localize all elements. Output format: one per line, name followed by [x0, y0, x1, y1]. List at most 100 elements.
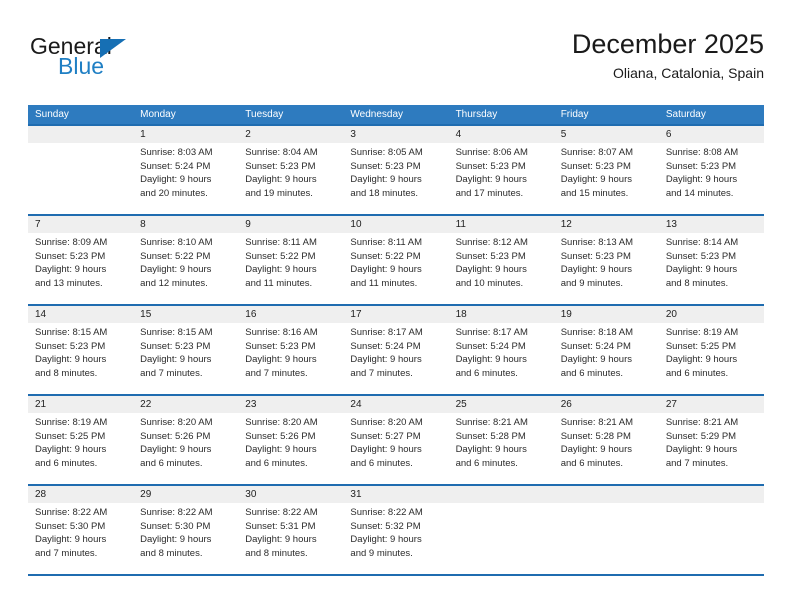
day-number[interactable]: 30 — [238, 486, 343, 503]
day-cell[interactable]: Sunrise: 8:22 AM Sunset: 5:30 PM Daylight:… — [133, 503, 238, 574]
daylight-text-cont: and 8 minutes. — [35, 367, 98, 379]
daylight-text-cont: and 18 minutes. — [350, 187, 419, 199]
day-number[interactable]: 2 — [238, 126, 343, 143]
day-number[interactable]: 8 — [133, 216, 238, 233]
sunset-text: Sunset: 5:22 PM — [245, 250, 316, 262]
sunrise-text: Sunrise: 8:22 AM — [350, 507, 423, 518]
day-cell[interactable]: Sunrise: 8:22 AM Sunset: 5:31 PM Daylight:… — [238, 503, 343, 574]
day-number-empty — [449, 486, 554, 503]
general-blue-logo[interactable]: General Blue — [28, 34, 258, 94]
day-cell[interactable]: Sunrise: 8:16 AM Sunset: 5:23 PM Daylight:… — [238, 323, 343, 394]
calendar-week-row: 1 2 3 4 5 6 Sunrise: 8:03 AM Sunset: 5:24 PM Day… — [28, 124, 764, 214]
sunset-text: Sunset: 5:23 PM — [35, 250, 106, 262]
sunset-text: Sunset: 5:28 PM — [455, 430, 526, 442]
daylight-text: Daylight: 9 hours — [140, 174, 212, 185]
day-cell[interactable]: Sunrise: 8:22 AM Sunset: 5:30 PM Daylight:… — [28, 503, 133, 574]
day-number[interactable]: 28 — [28, 486, 133, 503]
sunrise-text: Sunrise: 8:11 AM — [245, 237, 317, 248]
weekday-header-tuesday: Tuesday — [245, 109, 284, 120]
day-number[interactable]: 5 — [554, 126, 659, 143]
sunset-text: Sunset: 5:32 PM — [350, 520, 421, 532]
day-number[interactable]: 9 — [238, 216, 343, 233]
day-cell[interactable]: Sunrise: 8:03 AM Sunset: 5:24 PM Daylight:… — [133, 143, 238, 214]
day-cell[interactable]: Sunrise: 8:07 AM Sunset: 5:23 PM Daylight:… — [554, 143, 659, 214]
day-cell[interactable]: Sunrise: 8:21 AM Sunset: 5:28 PM Daylight:… — [554, 413, 659, 484]
sunset-text: Sunset: 5:23 PM — [665, 250, 737, 262]
day-number[interactable]: 12 — [554, 216, 659, 233]
day-cell[interactable]: Sunrise: 8:20 AM Sunset: 5:26 PM Daylight:… — [238, 413, 343, 484]
day-cell[interactable]: Sunrise: 8:15 AM Sunset: 5:23 PM Daylight:… — [28, 323, 133, 394]
weekday-header-sunday: Sunday — [35, 109, 69, 120]
day-number[interactable]: 31 — [343, 486, 448, 503]
sunset-text: Sunset: 5:24 PM — [560, 340, 631, 352]
day-number[interactable]: 29 — [133, 486, 238, 503]
day-number[interactable]: 15 — [133, 306, 238, 323]
sunset-text: Sunset: 5:23 PM — [350, 160, 421, 172]
day-cell[interactable]: Sunrise: 8:20 AM Sunset: 5:27 PM Daylight:… — [343, 413, 448, 484]
sunrise-text: Sunrise: 8:04 AM — [245, 147, 318, 158]
daylight-text: Daylight: 9 hours — [665, 174, 738, 185]
daylight-text: Daylight: 9 hours — [455, 354, 527, 365]
day-cell[interactable]: Sunrise: 8:21 AM Sunset: 5:29 PM Daylight:… — [659, 413, 764, 484]
sunset-text: Sunset: 5:22 PM — [140, 250, 211, 262]
day-cell[interactable]: Sunrise: 8:04 AM Sunset: 5:23 PM Daylight:… — [238, 143, 343, 214]
daylight-text: Daylight: 9 hours — [455, 444, 527, 455]
daylight-text-cont: and 17 minutes. — [455, 187, 524, 199]
day-cell[interactable]: Sunrise: 8:19 AM Sunset: 5:25 PM Daylight:… — [28, 413, 133, 484]
sunset-text: Sunset: 5:25 PM — [665, 340, 737, 352]
day-cell[interactable]: Sunrise: 8:17 AM Sunset: 5:24 PM Daylight:… — [449, 323, 554, 394]
day-cell[interactable]: Sunrise: 8:09 AM Sunset: 5:23 PM Daylight:… — [28, 233, 133, 304]
day-number[interactable]: 21 — [28, 396, 133, 413]
sunset-text: Sunset: 5:23 PM — [245, 160, 316, 172]
day-number[interactable]: 25 — [449, 396, 554, 413]
day-cell[interactable]: Sunrise: 8:13 AM Sunset: 5:23 PM Daylight:… — [554, 233, 659, 304]
daylight-text-cont: and 7 minutes. — [140, 367, 203, 379]
day-cell[interactable]: Sunrise: 8:22 AM Sunset: 5:32 PM Daylight:… — [343, 503, 448, 574]
day-cell[interactable]: Sunrise: 8:08 AM Sunset: 5:23 PM Daylight:… — [659, 143, 764, 214]
day-cell[interactable]: Sunrise: 8:19 AM Sunset: 5:25 PM Daylight:… — [659, 323, 764, 394]
day-number[interactable]: 17 — [343, 306, 448, 323]
daylight-text: Daylight: 9 hours — [140, 354, 212, 365]
day-number-row: 21 22 23 24 25 26 27 — [28, 396, 764, 413]
day-number[interactable]: 27 — [659, 396, 764, 413]
day-number[interactable]: 6 — [659, 126, 764, 143]
daylight-text-cont: and 6 minutes. — [140, 457, 203, 469]
day-cell[interactable]: Sunrise: 8:20 AM Sunset: 5:26 PM Daylight:… — [133, 413, 238, 484]
day-detail-row: Sunrise: 8:09 AM Sunset: 5:23 PM Daylight:… — [28, 233, 764, 304]
sunset-text: Sunset: 5:23 PM — [35, 340, 106, 352]
day-number[interactable]: 11 — [449, 216, 554, 233]
sunrise-text: Sunrise: 8:09 AM — [35, 237, 108, 248]
day-cell[interactable]: Sunrise: 8:11 AM Sunset: 5:22 PM Daylight:… — [343, 233, 448, 304]
day-number[interactable]: 18 — [449, 306, 554, 323]
day-cell[interactable]: Sunrise: 8:15 AM Sunset: 5:23 PM Daylight:… — [133, 323, 238, 394]
day-number[interactable]: 1 — [133, 126, 238, 143]
day-cell[interactable]: Sunrise: 8:14 AM Sunset: 5:23 PM Daylight:… — [659, 233, 764, 304]
day-cell[interactable]: Sunrise: 8:10 AM Sunset: 5:22 PM Daylight:… — [133, 233, 238, 304]
day-number[interactable]: 13 — [659, 216, 764, 233]
day-cell[interactable]: Sunrise: 8:18 AM Sunset: 5:24 PM Daylight:… — [554, 323, 659, 394]
day-number[interactable]: 22 — [133, 396, 238, 413]
day-cell[interactable]: Sunrise: 8:21 AM Sunset: 5:28 PM Daylight:… — [449, 413, 554, 484]
calendar-week-row: 7 8 9 10 11 12 13 Sunrise: 8:09 AM Sunset: 5:23 … — [28, 214, 764, 304]
grid-bottom-rule — [28, 574, 764, 576]
daylight-text: Daylight: 9 hours — [665, 444, 738, 455]
day-number[interactable]: 14 — [28, 306, 133, 323]
day-detail-row: Sunrise: 8:22 AM Sunset: 5:30 PM Daylight:… — [28, 503, 764, 574]
day-number[interactable]: 3 — [343, 126, 448, 143]
day-number[interactable]: 16 — [238, 306, 343, 323]
day-number[interactable]: 7 — [28, 216, 133, 233]
day-cell[interactable]: Sunrise: 8:17 AM Sunset: 5:24 PM Daylight:… — [343, 323, 448, 394]
day-number[interactable]: 24 — [343, 396, 448, 413]
day-number[interactable]: 10 — [343, 216, 448, 233]
day-number[interactable]: 23 — [238, 396, 343, 413]
sunrise-text: Sunrise: 8:22 AM — [140, 507, 213, 518]
daylight-text: Daylight: 9 hours — [140, 264, 212, 275]
day-cell[interactable]: Sunrise: 8:11 AM Sunset: 5:22 PM Daylight:… — [238, 233, 343, 304]
day-cell[interactable]: Sunrise: 8:12 AM Sunset: 5:23 PM Daylight:… — [449, 233, 554, 304]
day-number[interactable]: 19 — [554, 306, 659, 323]
day-number[interactable]: 26 — [554, 396, 659, 413]
day-number[interactable]: 20 — [659, 306, 764, 323]
day-number[interactable]: 4 — [449, 126, 554, 143]
day-cell[interactable]: Sunrise: 8:06 AM Sunset: 5:23 PM Daylight:… — [449, 143, 554, 214]
day-cell[interactable]: Sunrise: 8:05 AM Sunset: 5:23 PM Daylight:… — [343, 143, 448, 214]
